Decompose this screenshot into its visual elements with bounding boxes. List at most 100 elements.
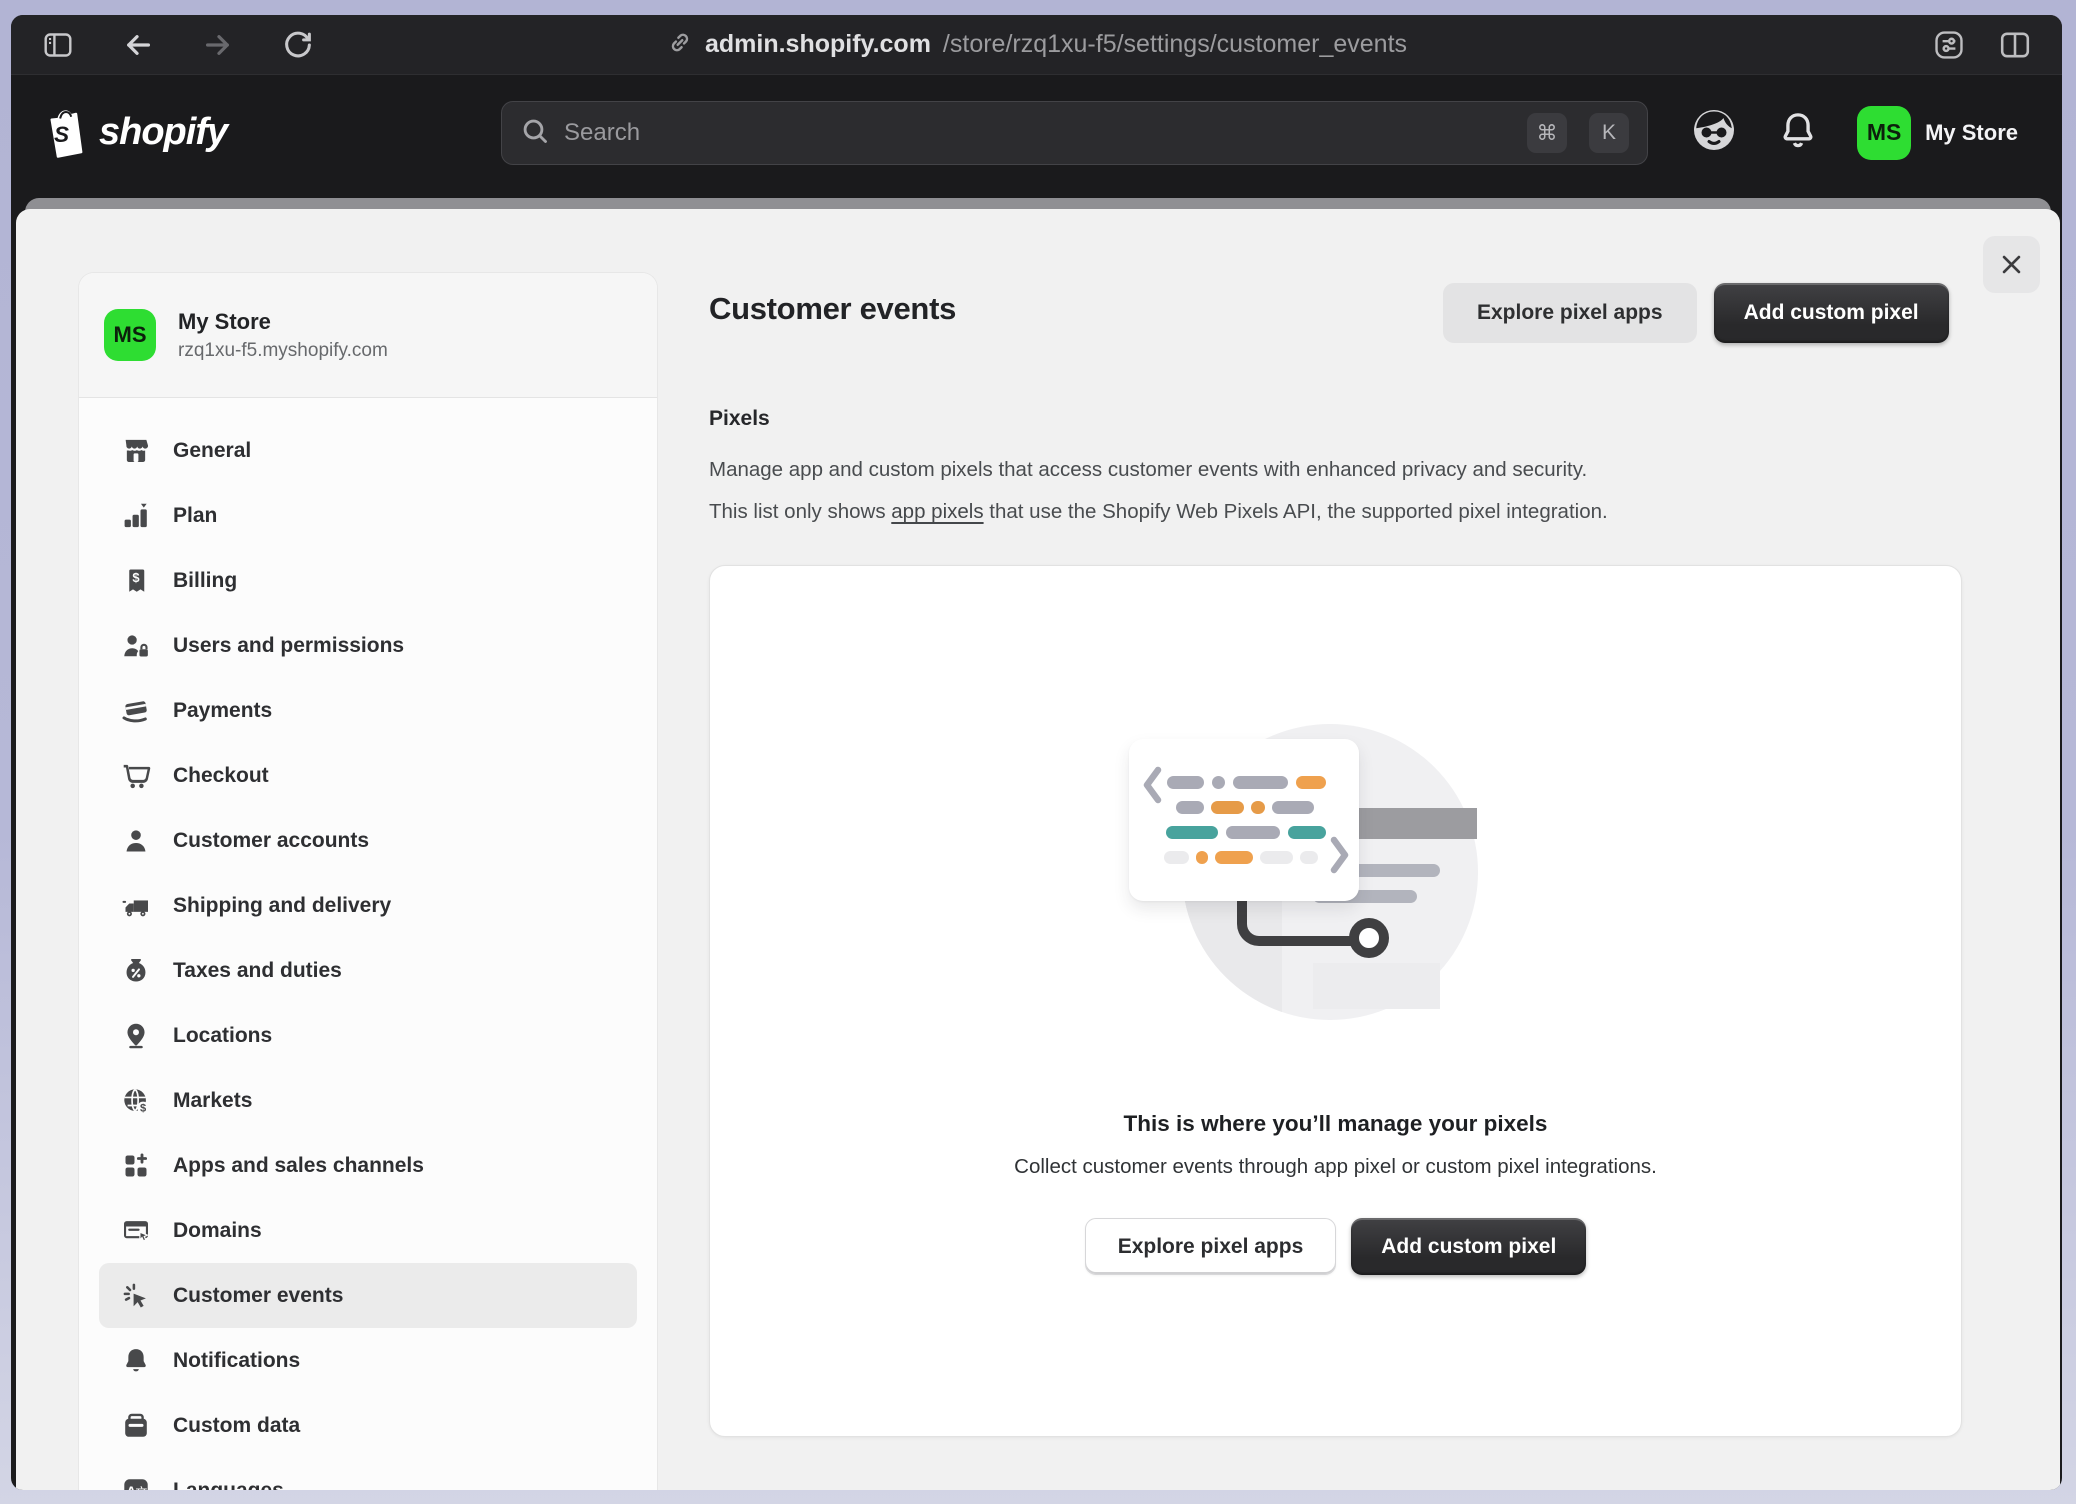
payments-icon: [121, 696, 151, 726]
store-name: My Store: [178, 309, 388, 335]
browser-window: admin.shopify.com/store/rzq1xu-f5/settin…: [11, 15, 2062, 1490]
sidebar-item-label: Plan: [173, 504, 217, 528]
sidebar-toggle-icon[interactable]: [41, 28, 75, 62]
sidebar-item-checkout[interactable]: Checkout: [99, 743, 637, 808]
svg-text:$: $: [140, 1102, 147, 1114]
sidebar-item-locations[interactable]: Locations: [99, 1003, 637, 1068]
notifications-bell-icon[interactable]: [1777, 109, 1819, 156]
explore-pixel-apps-button[interactable]: Explore pixel apps: [1443, 283, 1697, 343]
sidebar-item-label: Customer events: [173, 1284, 343, 1308]
illustration-pale-block: [1313, 963, 1440, 1009]
pixels-section-description: Manage app and custom pixels that access…: [709, 449, 1608, 533]
apps-grid-icon: [121, 1151, 151, 1181]
pixels-empty-state-card: This is where you’ll manage your pixels …: [709, 565, 1962, 1437]
account-name: My Store: [1925, 120, 2018, 146]
store-domain: rzq1xu-f5.myshopify.com: [178, 340, 388, 362]
store-header[interactable]: MS My Store rzq1xu-f5.myshopify.com: [79, 273, 657, 398]
sidebar-item-label: Checkout: [173, 764, 269, 788]
sidebar-item-label: Notifications: [173, 1349, 300, 1373]
shopify-logo: S shopify: [43, 107, 227, 159]
sidebar-item-general[interactable]: General: [99, 418, 637, 483]
sidebar-item-domains[interactable]: Domains: [99, 1198, 637, 1263]
sidebar-item-label: Custom data: [173, 1414, 300, 1438]
back-icon[interactable]: [121, 28, 155, 62]
settings-nav: General Plan: [79, 398, 657, 1490]
add-custom-pixel-button[interactable]: Add custom pixel: [1714, 283, 1949, 343]
sidebar-item-payments[interactable]: Payments: [99, 678, 637, 743]
shopify-wordmark: shopify: [99, 111, 227, 154]
url-path: /store/rzq1xu-f5/settings/customer_event…: [943, 30, 1407, 59]
sidebar-item-taxes-and-duties[interactable]: Taxes and duties: [99, 938, 637, 1003]
sidebar-item-shipping-and-delivery[interactable]: Shipping and delivery: [99, 873, 637, 938]
settings-modal: MS My Store rzq1xu-f5.myshopify.com: [16, 209, 2060, 1490]
customer-events-icon: [121, 1281, 151, 1311]
truck-icon: [121, 891, 151, 921]
description-line-2: This list only shows app pixels that use…: [709, 491, 1608, 533]
chevron-left-icon: [1141, 765, 1163, 805]
page-title: Customer events: [709, 291, 956, 327]
billing-icon: $: [121, 566, 151, 596]
sidebar-item-custom-data[interactable]: Custom data: [99, 1393, 637, 1458]
sidebar-item-label: Billing: [173, 569, 237, 593]
search-bar[interactable]: ⌘ K: [501, 101, 1648, 165]
pixels-illustration: [1125, 716, 1525, 1026]
money-bag-percent-icon: [121, 956, 151, 986]
sidebar-item-languages[interactable]: A 文 Languages: [99, 1458, 637, 1490]
forward-icon[interactable]: [201, 28, 235, 62]
bell-icon: [121, 1346, 151, 1376]
empty-state-subtext: Collect customer events through app pixe…: [710, 1155, 1961, 1179]
illustration-dark-bar: [1359, 808, 1477, 839]
sidebar-item-markets[interactable]: $ Markets: [99, 1068, 637, 1133]
plan-icon: [121, 501, 151, 531]
sidebar-item-billing[interactable]: $ Billing: [99, 548, 637, 613]
sidebar-item-notifications[interactable]: Notifications: [99, 1328, 637, 1393]
map-pin-icon: [121, 1021, 151, 1051]
languages-icon: A 文: [121, 1476, 151, 1491]
account-avatar: MS: [1857, 106, 1911, 160]
reload-icon[interactable]: [281, 28, 315, 62]
browser-toolbar: admin.shopify.com/store/rzq1xu-f5/settin…: [11, 15, 2062, 75]
add-custom-pixel-button-empty[interactable]: Add custom pixel: [1351, 1218, 1586, 1275]
description-line-1: Manage app and custom pixels that access…: [709, 449, 1608, 491]
settings-sidebar: MS My Store rzq1xu-f5.myshopify.com: [78, 272, 658, 1490]
sidebar-item-label: General: [173, 439, 251, 463]
svg-text:$: $: [132, 569, 139, 584]
svg-text:文: 文: [135, 1484, 147, 1490]
search-input[interactable]: [564, 119, 1513, 147]
sidebar-item-plan[interactable]: Plan: [99, 483, 637, 548]
sidebar-item-label: Domains: [173, 1219, 262, 1243]
sidebar-item-label: Shipping and delivery: [173, 894, 391, 918]
person-icon: [121, 826, 151, 856]
cart-icon: [121, 761, 151, 791]
sidebar-item-label: Payments: [173, 699, 272, 723]
custom-data-icon: [121, 1411, 151, 1441]
globe-dollar-icon: $: [121, 1086, 151, 1116]
app-pixels-link[interactable]: app pixels: [891, 500, 983, 523]
illustration-code-card: [1129, 739, 1359, 901]
link-icon: [666, 29, 693, 61]
close-icon: [1998, 251, 2025, 278]
svg-text:S: S: [54, 122, 69, 147]
sidebar-item-apps-and-sales-channels[interactable]: Apps and sales channels: [99, 1133, 637, 1198]
split-view-icon[interactable]: [1998, 28, 2032, 62]
empty-state-heading: This is where you’ll manage your pixels: [710, 1111, 1961, 1137]
sidebar-item-label: Markets: [173, 1089, 252, 1113]
sidebar-item-label: Locations: [173, 1024, 272, 1048]
domains-icon: [121, 1216, 151, 1246]
sidekick-face-icon[interactable]: [1689, 105, 1739, 160]
explore-pixel-apps-button-empty[interactable]: Explore pixel apps: [1085, 1218, 1337, 1275]
close-button[interactable]: [1983, 236, 2040, 293]
sidebar-item-customer-accounts[interactable]: Customer accounts: [99, 808, 637, 873]
sidebar-item-label: Apps and sales channels: [173, 1154, 424, 1178]
sidebar-item-customer-events[interactable]: Customer events: [99, 1263, 637, 1328]
sidebar-item-users-and-permissions[interactable]: Users and permissions: [99, 613, 637, 678]
shopify-bag-icon: S: [43, 107, 89, 159]
users-lock-icon: [121, 631, 151, 661]
account-menu[interactable]: MS My Store: [1857, 106, 2018, 160]
address-bar[interactable]: admin.shopify.com/store/rzq1xu-f5/settin…: [666, 15, 1407, 74]
sidebar-item-label: Taxes and duties: [173, 959, 342, 983]
search-icon: [520, 116, 550, 151]
url-host: admin.shopify.com: [705, 30, 931, 59]
browser-settings-icon[interactable]: [1932, 28, 1966, 62]
cmd-key-badge: ⌘: [1527, 113, 1567, 153]
